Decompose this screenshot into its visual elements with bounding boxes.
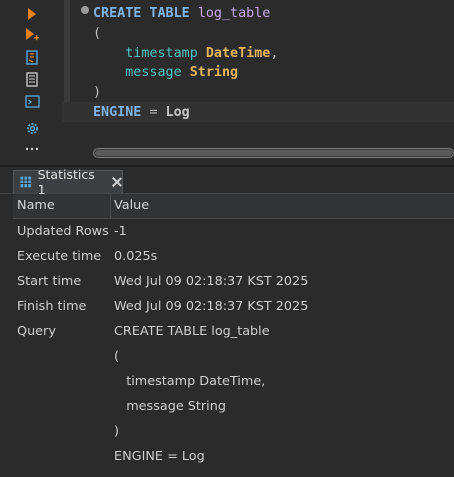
tab-statistics[interactable]: Statistics 1 — [13, 167, 123, 197]
execute-script-icon[interactable] — [24, 27, 40, 43]
row-name: Execute time — [17, 249, 102, 264]
row-value: -1 — [114, 224, 127, 239]
close-icon[interactable] — [112, 177, 122, 187]
explain-plan-icon[interactable] — [24, 49, 40, 65]
column-type: String — [189, 65, 239, 81]
row-name: Updated Rows — [17, 224, 109, 239]
column-name: timestamp — [125, 45, 198, 61]
editor-toolbar — [14, 0, 50, 165]
row-name: Query — [17, 324, 56, 339]
code-line-1: CREATE TABLE log_table — [93, 4, 278, 24]
row-value: 0.025s — [114, 249, 158, 264]
column-type: DateTime — [205, 45, 271, 61]
sql-editor[interactable]: CREATE TABLE log_table( timestamp DateTi… — [0, 0, 454, 165]
statistics-grid[interactable]: Name Value Updated Rows -1 Execute time … — [13, 194, 454, 477]
open-paren: ( — [93, 25, 102, 41]
code-line-2: ( — [93, 24, 278, 44]
column-separator[interactable] — [110, 194, 111, 218]
code-line-3: timestamp DateTime, — [93, 44, 278, 64]
row-value: CREATE TABLE log_table — [114, 324, 270, 339]
row-value: Wed Jul 09 02:18:37 KST 2025 — [114, 274, 309, 289]
column-header-value[interactable]: Value — [114, 194, 149, 218]
grid-table-icon — [20, 176, 32, 188]
sql-code[interactable]: CREATE TABLE log_table( timestamp DateTi… — [93, 4, 278, 123]
horizontal-scrollbar[interactable] — [93, 148, 454, 158]
show-log-icon[interactable] — [24, 71, 40, 87]
tab-label: Statistics 1 — [37, 167, 95, 197]
query-line: message String — [114, 399, 226, 414]
equals-operator: = — [149, 104, 158, 120]
open-console-icon[interactable] — [24, 93, 40, 109]
sql-keyword: CREATE TABLE — [93, 6, 190, 21]
settings-icon[interactable] — [24, 120, 40, 136]
more-icon[interactable] — [24, 141, 40, 157]
code-line-6: ENGINE = Log — [93, 103, 278, 123]
row-name: Finish time — [17, 299, 87, 314]
row-name: Start time — [17, 274, 82, 289]
execute-statement-icon[interactable] — [24, 6, 40, 22]
close-paren: ) — [93, 85, 102, 101]
code-line-5: ) — [93, 83, 278, 103]
query-line: ( — [114, 349, 119, 364]
code-line-4: message String — [93, 63, 278, 83]
query-line: ENGINE = Log — [114, 449, 205, 464]
sql-keyword: ENGINE — [93, 104, 142, 120]
column-name: message — [125, 65, 182, 81]
results-tab-bar: Statistics 1 — [0, 167, 454, 197]
comma: , — [270, 45, 279, 61]
row-value: Wed Jul 09 02:18:37 KST 2025 — [114, 299, 309, 314]
grid-header: Name Value — [13, 194, 454, 219]
table-name: log_table — [197, 6, 271, 21]
query-line: ) — [114, 424, 119, 439]
query-line: timestamp DateTime, — [114, 374, 266, 389]
column-header-name[interactable]: Name — [17, 194, 55, 218]
fold-marker-icon[interactable] — [81, 6, 89, 14]
engine-name: Log — [165, 104, 190, 120]
scrollbar-thumb[interactable] — [95, 150, 452, 156]
